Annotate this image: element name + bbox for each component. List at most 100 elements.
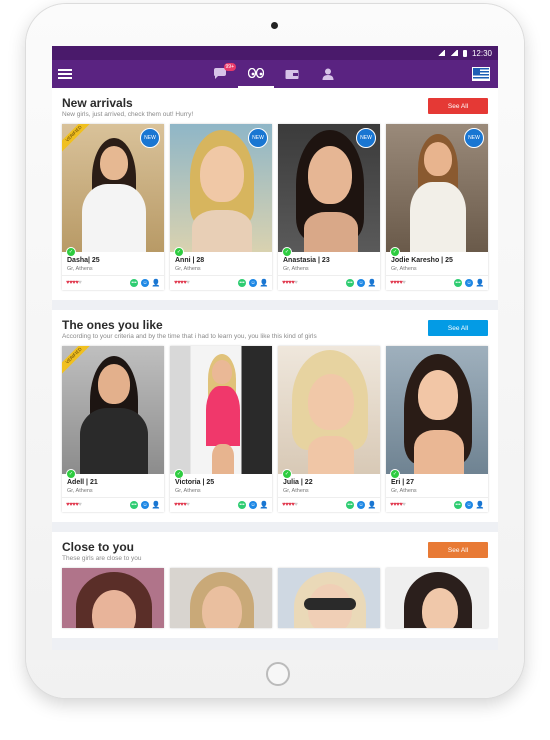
profile-location: Gr, Athens: [283, 488, 309, 494]
profile-card[interactable]: [62, 568, 164, 628]
chat-icon[interactable]: •••: [346, 279, 354, 287]
hamburger-menu-icon[interactable]: [58, 69, 72, 79]
profile-name: Adell | 21: [67, 479, 98, 486]
chat-icon[interactable]: •••: [238, 279, 246, 287]
profile-photo: [386, 346, 488, 474]
rating-hearts: ♥♥♥♥♥: [66, 280, 82, 286]
user-icon: [322, 68, 334, 80]
rating-hearts: ♥♥♥♥♥: [174, 502, 190, 508]
profile-card[interactable]: [278, 568, 380, 628]
tab-chat[interactable]: 99+: [202, 60, 238, 88]
greek-flag-icon[interactable]: [472, 67, 490, 81]
rating-hearts: ♥♥♥♥♥: [174, 280, 190, 286]
user-icon[interactable]: 👤: [260, 279, 268, 287]
battery-icon: [462, 49, 467, 57]
profile-name: Jodie Karesho | 25: [391, 257, 453, 264]
top-nav: 99+: [202, 60, 346, 88]
profile-name: Julia | 22: [283, 479, 313, 486]
signal-icon: [449, 50, 458, 56]
see-all-button[interactable]: See All: [428, 542, 488, 558]
online-check-icon: ✓: [66, 469, 76, 479]
user-icon[interactable]: 👤: [152, 279, 160, 287]
rating-hearts: ♥♥♥♥♥: [390, 280, 406, 286]
profile-card[interactable]: ✓ Victoria | 25 Gr, Athens ♥♥♥♥♥ ••• ☺ 👤: [170, 346, 272, 512]
status-time: 12:30: [471, 48, 492, 58]
see-all-button[interactable]: See All: [428, 98, 488, 114]
user-icon[interactable]: 👤: [476, 279, 484, 287]
section-subtitle: According to your criteria and by the ti…: [62, 333, 317, 340]
chat-icon[interactable]: •••: [130, 501, 138, 509]
smile-icon[interactable]: ☺: [141, 279, 149, 287]
profile-card[interactable]: NEW ✓ Jodie Karesho | 25 Gr, Athens ♥♥♥♥…: [386, 124, 488, 290]
profile-location: Gr, Athens: [391, 266, 417, 272]
online-check-icon: ✓: [174, 247, 184, 257]
chat-badge: 99+: [223, 63, 236, 71]
profile-name: Victoria | 25: [175, 479, 215, 486]
profile-card[interactable]: NEW ✓ Anastasia | 23 Gr, Athens ♥♥♥♥♥ ••…: [278, 124, 380, 290]
profile-photo: VERIFIED: [62, 346, 164, 474]
chat-icon[interactable]: •••: [346, 501, 354, 509]
tab-wallet[interactable]: [274, 60, 310, 88]
verified-badge: VERIFIED: [62, 124, 93, 153]
online-check-icon: ✓: [66, 247, 76, 257]
app-bar: 99+: [52, 60, 498, 88]
profile-card[interactable]: VERIFIED NEW ✓ Dasha| 25 Gr, Athens ♥♥♥♥…: [62, 124, 164, 290]
section-title: New arrivals: [62, 96, 133, 110]
profile-card[interactable]: [386, 568, 488, 628]
smile-icon[interactable]: ☺: [357, 501, 365, 509]
user-icon[interactable]: 👤: [368, 279, 376, 287]
profile-photo: [62, 568, 164, 628]
profile-card[interactable]: ✓ Julia | 22 Gr, Athens ♥♥♥♥♥ ••• ☺ 👤: [278, 346, 380, 512]
new-badge: NEW: [248, 128, 268, 148]
profile-card[interactable]: ✓ Eri | 27 Gr, Athens ♥♥♥♥♥ ••• ☺ 👤: [386, 346, 488, 512]
profile-card[interactable]: NEW ✓ Anni | 28 Gr, Athens ♥♥♥♥♥ ••• ☺ 👤: [170, 124, 272, 290]
verified-badge: VERIFIED: [62, 346, 93, 375]
user-icon[interactable]: 👤: [152, 501, 160, 509]
profile-photo: [278, 568, 380, 628]
profile-photo: [170, 568, 272, 628]
profile-photo: [386, 568, 488, 628]
smile-icon[interactable]: ☺: [465, 501, 473, 509]
home-button[interactable]: [266, 662, 290, 686]
rating-hearts: ♥♥♥♥♥: [282, 280, 298, 286]
smile-icon[interactable]: ☺: [141, 501, 149, 509]
smile-icon[interactable]: ☺: [249, 501, 257, 509]
wifi-icon: [436, 50, 445, 56]
profile-location: Gr, Athens: [283, 266, 309, 272]
main-content: New arrivals New girls, just arrived, ch…: [52, 88, 498, 648]
smile-icon[interactable]: ☺: [357, 279, 365, 287]
smile-icon[interactable]: ☺: [465, 279, 473, 287]
new-badge: NEW: [140, 128, 160, 148]
smile-icon[interactable]: ☺: [249, 279, 257, 287]
profile-name: Anni | 28: [175, 257, 205, 264]
section-ones-you-like: The ones you like According to your crit…: [52, 310, 498, 522]
online-check-icon: ✓: [390, 247, 400, 257]
chat-icon[interactable]: •••: [130, 279, 138, 287]
profile-location: Gr, Athens: [391, 488, 417, 494]
chat-icon[interactable]: •••: [454, 279, 462, 287]
chat-icon[interactable]: •••: [454, 501, 462, 509]
profile-location: Gr, Athens: [175, 266, 201, 272]
section-subtitle: New girls, just arrived, check them out!…: [62, 111, 194, 118]
chat-icon[interactable]: •••: [238, 501, 246, 509]
status-bar: 12:30: [52, 46, 498, 60]
section-subtitle: These girls are close to you: [62, 555, 142, 562]
profile-location: Gr, Athens: [67, 266, 93, 272]
user-icon[interactable]: 👤: [260, 501, 268, 509]
profile-card[interactable]: [170, 568, 272, 628]
section-title: The ones you like: [62, 318, 163, 332]
profile-card[interactable]: VERIFIED ✓ Adell | 21 Gr, Athens ♥♥♥♥♥ •…: [62, 346, 164, 512]
online-check-icon: ✓: [174, 469, 184, 479]
profile-location: Gr, Athens: [175, 488, 201, 494]
section-title: Close to you: [62, 540, 135, 554]
profile-name: Eri | 27: [391, 479, 414, 486]
rating-hearts: ♥♥♥♥♥: [66, 502, 82, 508]
user-icon[interactable]: 👤: [368, 501, 376, 509]
tab-browse[interactable]: [238, 60, 274, 88]
online-check-icon: ✓: [282, 247, 292, 257]
user-icon[interactable]: 👤: [476, 501, 484, 509]
tab-profile[interactable]: [310, 60, 346, 88]
see-all-button[interactable]: See All: [428, 320, 488, 336]
profile-photo: [170, 346, 272, 474]
profile-name: Anastasia | 23: [283, 257, 330, 264]
